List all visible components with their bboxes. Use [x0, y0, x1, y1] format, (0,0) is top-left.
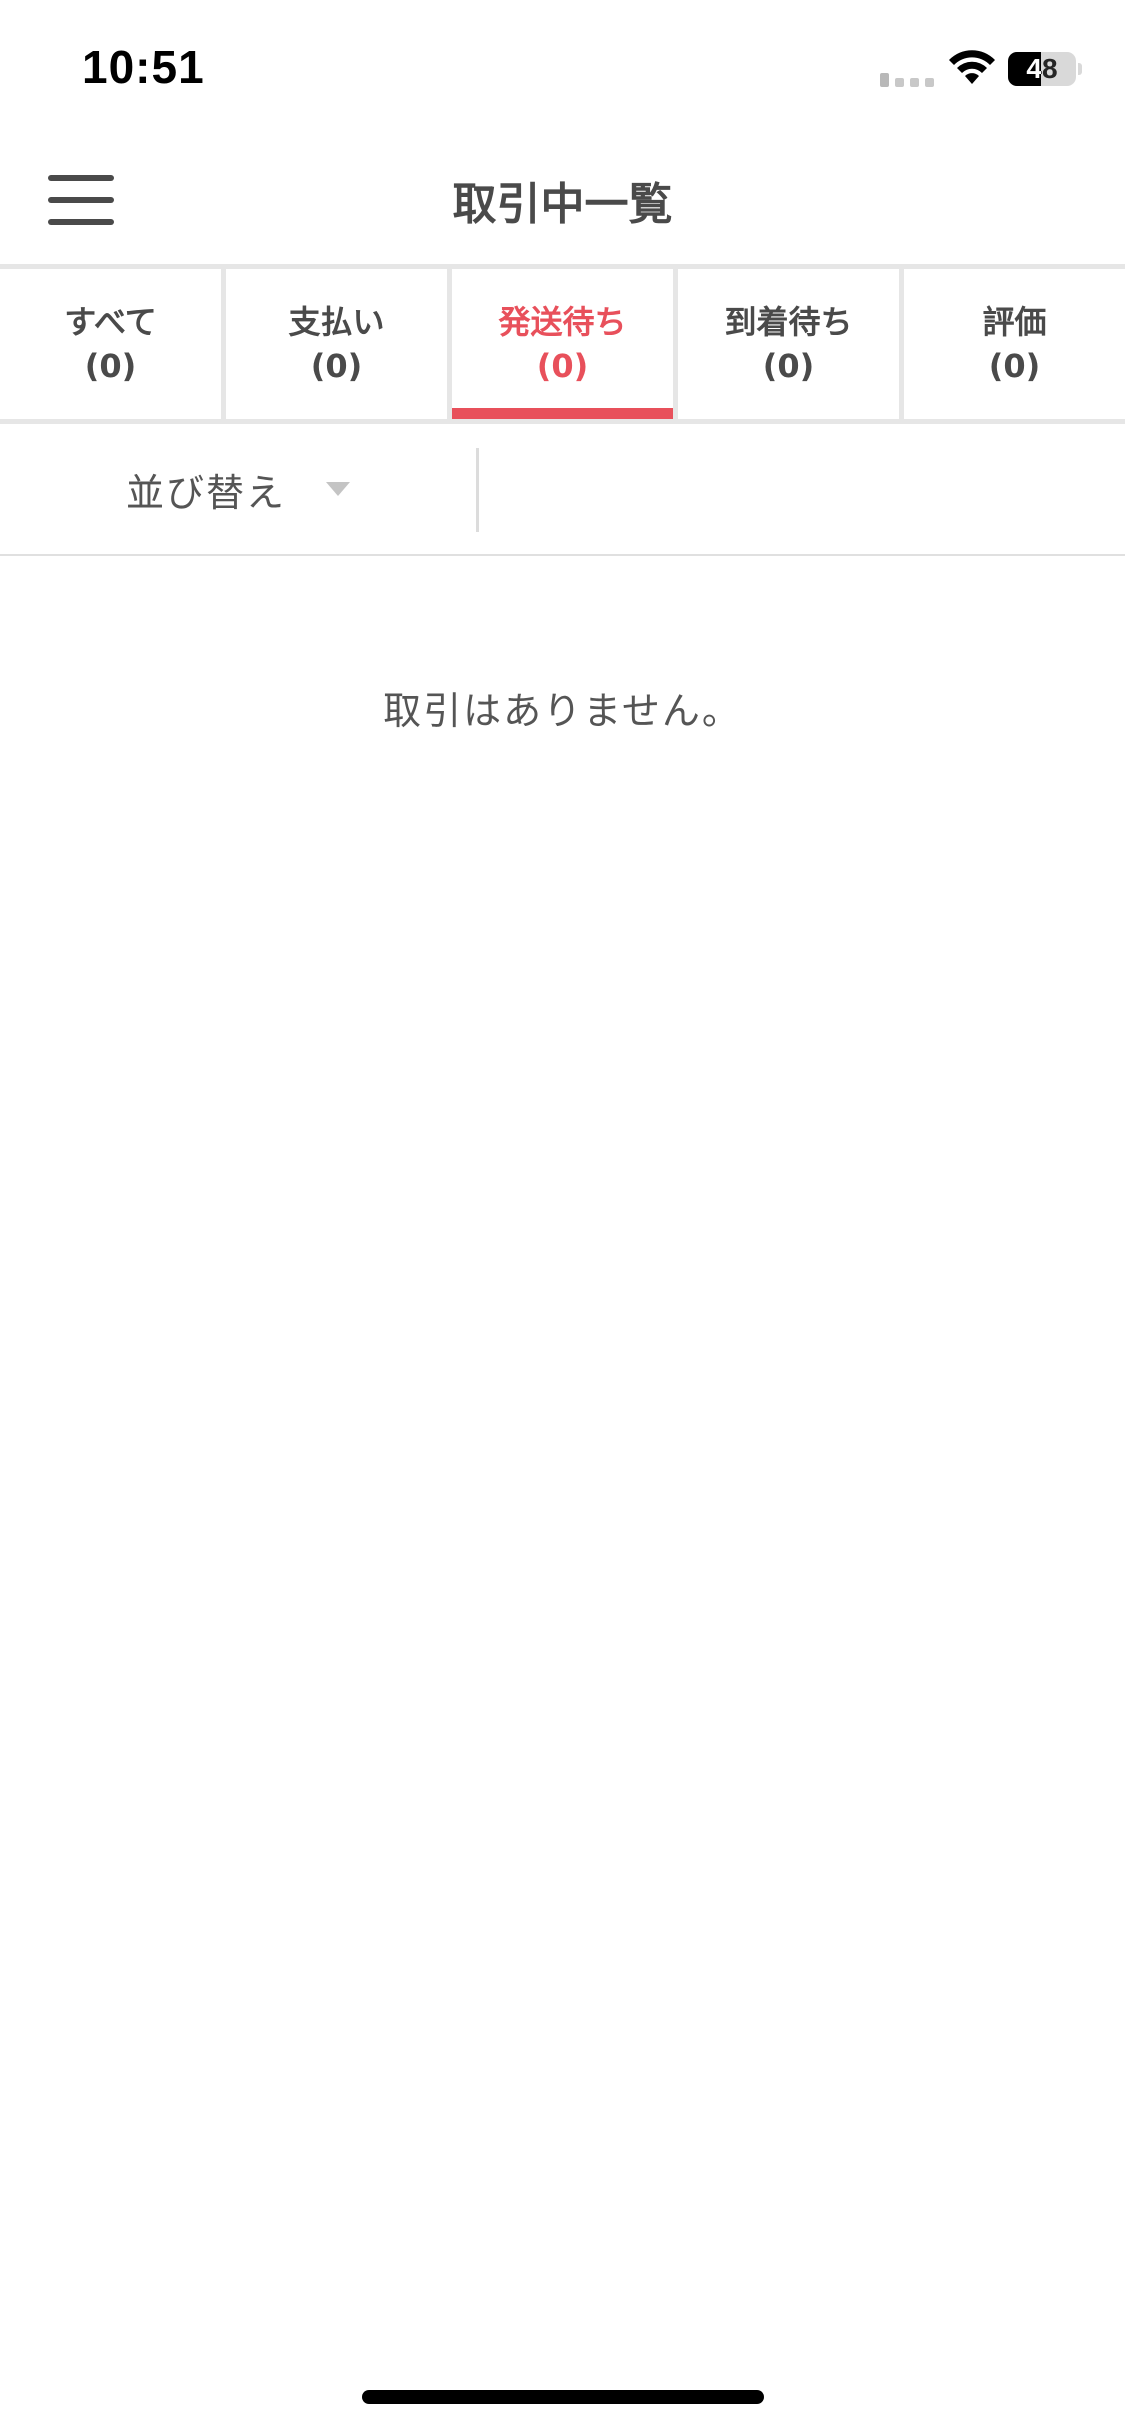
cellular-signal-icon [880, 73, 934, 87]
tab-count: (0) [536, 347, 589, 385]
battery-level: 48 [1026, 53, 1058, 84]
caret-down-icon [326, 482, 350, 496]
tab-rating[interactable]: 評価 (0) [904, 269, 1125, 419]
tab-all[interactable]: すべて (0) [0, 269, 221, 419]
status-time: 10:51 [82, 41, 205, 93]
home-indicator [362, 2390, 764, 2404]
tab-count: (0) [310, 347, 363, 385]
tab-label: 発送待ち [498, 303, 627, 341]
tab-count: (0) [84, 347, 137, 385]
tab-label: 評価 [982, 303, 1047, 341]
screen: 10:51 48 取引中一覧 すべて (0) 支払い (0) 発送待ち (0) … [0, 0, 1125, 2436]
tab-awaiting-shipment[interactable]: 発送待ち (0) [452, 269, 673, 419]
tab-count: (0) [762, 347, 815, 385]
hamburger-menu-icon[interactable] [40, 165, 122, 235]
sort-button[interactable]: 並び替え [0, 424, 476, 554]
battery-nub [1078, 63, 1082, 75]
tab-count: (0) [988, 347, 1041, 385]
tab-label: 支払い [288, 303, 385, 341]
battery-icon: 48 [1008, 52, 1076, 86]
tab-awaiting-arrival[interactable]: 到着待ち (0) [678, 269, 899, 419]
sort-divider [476, 448, 479, 532]
tab-label: 到着待ち [724, 303, 853, 341]
nav-bar: 取引中一覧 [0, 135, 1125, 265]
transaction-tabs: すべて (0) 支払い (0) 発送待ち (0) 到着待ち (0) 評価 (0) [0, 264, 1125, 424]
active-tab-indicator [452, 408, 673, 419]
page-title: 取引中一覧 [452, 179, 673, 230]
status-bar: 10:51 48 [0, 0, 1125, 135]
empty-state-message: 取引はありません。 [383, 689, 742, 733]
sort-bar: 並び替え [0, 424, 1125, 556]
tab-label: すべて [64, 303, 157, 341]
sort-label: 並び替え [125, 470, 286, 515]
wifi-icon [949, 50, 995, 84]
tab-payment[interactable]: 支払い (0) [226, 269, 447, 419]
